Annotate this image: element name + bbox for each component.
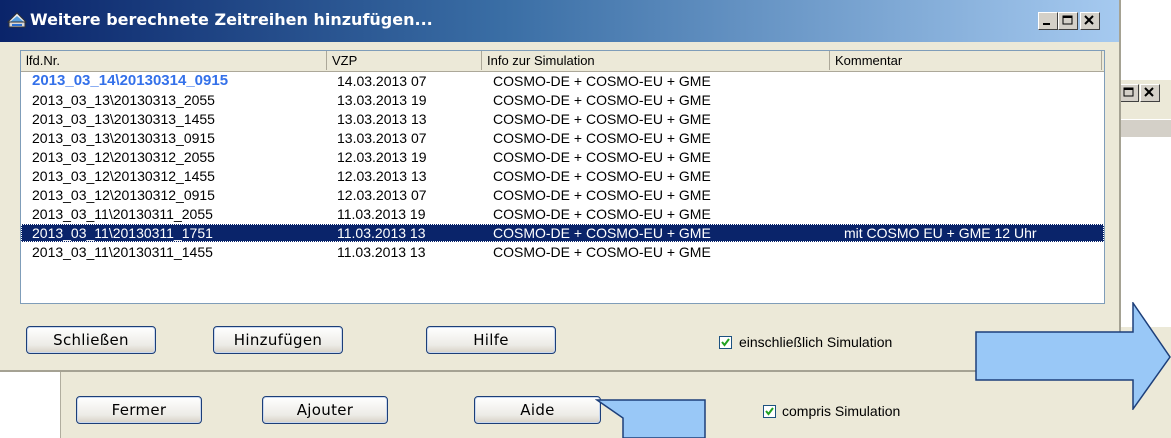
column-header-info[interactable]: Info zur Simulation <box>482 51 830 70</box>
list-row-selected[interactable]: 2013_03_11\20130311_1751 11.03.2013 13 C… <box>21 224 1104 242</box>
fermer-button[interactable]: Fermer <box>76 396 202 424</box>
bg-maximize-button[interactable] <box>1119 84 1139 102</box>
ajouter-button[interactable]: Ajouter <box>262 396 388 424</box>
column-header-vzp[interactable]: VZP <box>327 51 482 70</box>
row-vzp: 13.03.2013 07 <box>337 130 427 146</box>
column-header-lfd-nr[interactable]: lfd.Nr. <box>21 51 327 70</box>
dialog-window: Weitere berechnete Zeitreihen hinzufügen… <box>0 0 1121 372</box>
row-id: 2013_03_13\20130313_0915 <box>32 130 215 146</box>
row-id: 2013_03_13\20130313_2055 <box>32 92 215 108</box>
minimize-icon <box>1043 23 1050 25</box>
row-vzp: 14.03.2013 07 <box>337 73 427 89</box>
row-vzp: 11.03.2013 13 <box>337 225 426 241</box>
list-row[interactable]: 2013_03_11\20130311_2055 11.03.2013 19 C… <box>21 205 1104 223</box>
row-id: 2013_03_12\20130312_1455 <box>32 168 215 184</box>
list-row[interactable]: 2013_03_12\20130312_2055 12.03.2013 19 C… <box>21 148 1104 166</box>
row-vzp: 13.03.2013 19 <box>337 92 427 108</box>
row-vzp: 12.03.2013 19 <box>337 149 427 165</box>
window-title: Weitere berechnete Zeitreihen hinzufügen… <box>30 10 433 29</box>
column-header-kommentar[interactable]: Kommentar <box>830 51 1102 70</box>
bg-close-button[interactable] <box>1140 84 1160 102</box>
app-icon <box>6 12 28 28</box>
compris-simulation-label: compris Simulation <box>782 403 901 419</box>
list-row[interactable]: 2013_03_13\20130313_1455 13.03.2013 13 C… <box>21 110 1104 128</box>
maximize-icon <box>1123 87 1134 97</box>
einschliesslich-simulation-label: einschließlich Simulation <box>739 334 893 350</box>
list-row[interactable]: 2013_03_13\20130313_0915 13.03.2013 07 C… <box>21 129 1104 147</box>
row-comment: mit COSMO EU + GME 12 Uhr <box>844 225 1037 241</box>
row-id: 2013_03_14\20130314_0915 <box>32 72 229 89</box>
maximize-icon <box>1062 15 1073 25</box>
row-info: COSMO-DE + COSMO-EU + GME <box>493 206 711 222</box>
row-id: 2013_03_11\20130311_1455 <box>32 244 213 260</box>
row-vzp: 13.03.2013 13 <box>337 111 427 127</box>
row-vzp: 11.03.2013 19 <box>337 206 426 222</box>
row-info: COSMO-DE + COSMO-EU + GME <box>493 130 711 146</box>
list-row[interactable]: 2013_03_14\20130314_0915 14.03.2013 07 C… <box>21 72 1104 90</box>
checkmark-icon <box>721 338 730 347</box>
down-arrow <box>595 399 706 438</box>
list-row[interactable]: 2013_03_11\20130311_1455 11.03.2013 13 C… <box>21 243 1104 261</box>
background-window-controls <box>1119 84 1171 104</box>
maximize-button[interactable] <box>1058 12 1078 30</box>
row-info: COSMO-DE + COSMO-EU + GME <box>493 168 711 184</box>
list-header: lfd.Nr. VZP Info zur Simulation Kommenta… <box>21 51 1104 72</box>
row-info: COSMO-DE + COSMO-EU + GME <box>493 92 711 108</box>
title-bar[interactable]: Weitere berechnete Zeitreihen hinzufügen… <box>0 0 1119 42</box>
row-info: COSMO-DE + COSMO-EU + GME <box>493 149 711 165</box>
right-arrow <box>975 302 1171 410</box>
close-icon <box>1084 15 1094 25</box>
minimize-button[interactable] <box>1038 12 1058 30</box>
row-info: COSMO-DE + COSMO-EU + GME <box>493 187 711 203</box>
row-info: COSMO-DE + COSMO-EU + GME <box>493 111 711 127</box>
row-vzp: 11.03.2013 13 <box>337 244 426 260</box>
row-id: 2013_03_12\20130312_0915 <box>32 187 215 203</box>
list-row[interactable]: 2013_03_12\20130312_1455 12.03.2013 13 C… <box>21 167 1104 185</box>
row-vzp: 12.03.2013 13 <box>337 168 427 184</box>
row-id: 2013_03_12\20130312_2055 <box>32 149 215 165</box>
list-row[interactable]: 2013_03_13\20130313_2055 13.03.2013 19 C… <box>21 91 1104 109</box>
hinzufuegen-button[interactable]: Hinzufügen <box>213 326 343 354</box>
checkmark-icon <box>765 407 774 416</box>
close-button[interactable] <box>1080 12 1100 30</box>
row-id: 2013_03_11\20130311_2055 <box>32 206 213 222</box>
row-info: COSMO-DE + COSMO-EU + GME <box>493 73 711 89</box>
hilfe-button[interactable]: Hilfe <box>426 326 556 354</box>
row-info: COSMO-DE + COSMO-EU + GME <box>493 244 711 260</box>
aide-button[interactable]: Aide <box>474 396 601 424</box>
close-icon <box>1144 87 1154 97</box>
row-id: 2013_03_13\20130313_1455 <box>32 111 215 127</box>
row-vzp: 12.03.2013 07 <box>337 187 427 203</box>
compris-simulation-checkbox[interactable] <box>763 405 776 418</box>
einschliesslich-simulation-checkbox[interactable] <box>719 336 732 349</box>
row-info: COSMO-DE + COSMO-EU + GME <box>493 225 711 241</box>
schliessen-button[interactable]: Schließen <box>26 326 156 354</box>
list-row[interactable]: 2013_03_12\20130312_0915 12.03.2013 07 C… <box>21 186 1104 204</box>
row-id: 2013_03_11\20130311_1751 <box>32 225 213 241</box>
simulation-list[interactable]: lfd.Nr. VZP Info zur Simulation Kommenta… <box>20 50 1105 304</box>
